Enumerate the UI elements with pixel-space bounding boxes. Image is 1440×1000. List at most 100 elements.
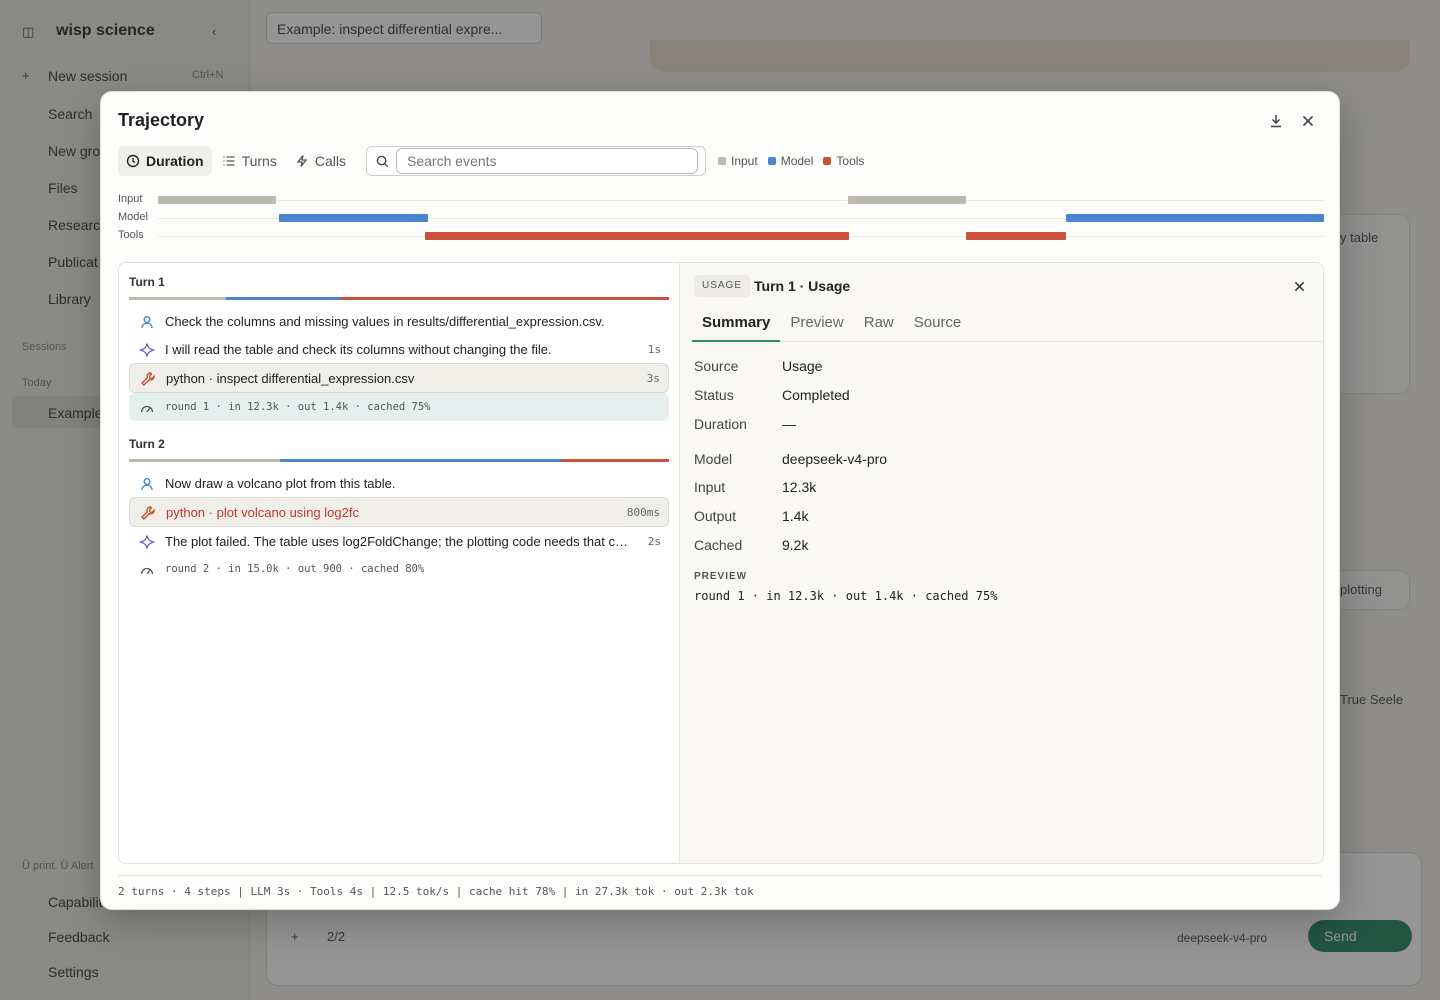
event-text: Check the columns and missing values in … xyxy=(165,314,605,329)
field-value: 1.4k xyxy=(782,508,809,524)
field-value: Completed xyxy=(782,387,850,403)
timeline-segment-tools[interactable] xyxy=(425,232,850,240)
trajectory-modal: Trajectory Duration Turns Calls Input Mo… xyxy=(100,91,1340,910)
event-list: Turn 1 Check the columns and missing val… xyxy=(119,263,680,863)
event-model-message[interactable]: The plot failed. The table uses log2Fold… xyxy=(129,527,669,555)
user-icon xyxy=(141,478,153,491)
legend-swatch xyxy=(823,157,832,165)
legend-swatch xyxy=(767,157,776,165)
event-usage-round[interactable]: round 1 · in 12.3k · out 1.4k · cached 7… xyxy=(129,393,669,421)
field-key: Model xyxy=(694,451,733,467)
tab-label: Calls xyxy=(314,153,346,169)
event-type-badge: USAGE xyxy=(694,275,751,297)
detail-tab-preview[interactable]: Preview xyxy=(780,307,853,342)
wrench-icon xyxy=(141,506,155,520)
event-text: Now draw a volcano plot from this table. xyxy=(165,476,396,491)
legend: Input Model Tools xyxy=(718,154,874,168)
legend-label: Tools xyxy=(836,154,865,168)
event-model-message[interactable]: I will read the table and check its colu… xyxy=(129,335,669,363)
event-duration: 3s xyxy=(646,372,660,385)
event-user-message[interactable]: Check the columns and missing values in … xyxy=(129,307,669,335)
detail-pane: USAGE Turn 1 · Usage Summary Preview Raw… xyxy=(680,263,1323,863)
legend-label: Input xyxy=(731,154,758,168)
gauge-icon xyxy=(140,405,154,413)
event-user-message[interactable]: Now draw a volcano plot from this table. xyxy=(129,469,669,497)
detail-title: Turn 1 · Usage xyxy=(754,278,851,294)
view-tabs: Duration Turns Calls xyxy=(118,146,356,176)
turn-bar xyxy=(129,459,669,462)
legend-item-input: Input xyxy=(718,154,758,168)
event-text: round 2 · in 15.0k · out 900 · cached 80… xyxy=(165,563,425,575)
turn-bar-segment xyxy=(129,459,281,462)
timeline-segment-input[interactable] xyxy=(158,196,276,204)
event-usage-round[interactable]: round 2 · in 15.0k · out 900 · cached 80… xyxy=(129,555,669,583)
gauge-icon xyxy=(140,567,154,575)
detail-tab-summary[interactable]: Summary xyxy=(692,307,781,342)
field-key: Status xyxy=(694,387,734,403)
timeline-segment-input[interactable] xyxy=(848,196,967,204)
event-duration: 800ms xyxy=(626,506,660,519)
field-key: Input xyxy=(694,479,726,495)
timeline-row-model: Model xyxy=(118,210,1324,228)
field-value: 9.2k xyxy=(782,537,809,553)
turn-bar xyxy=(129,297,669,300)
turn-bar-segment xyxy=(339,297,669,300)
trajectory-panel: Turn 1 Check the columns and missing val… xyxy=(118,262,1324,864)
field-key: Cached xyxy=(694,537,743,553)
event-duration: 1s xyxy=(647,343,661,356)
close-icon xyxy=(1294,281,1304,291)
detail-tabs: Summary Preview Raw Source xyxy=(692,307,1323,342)
timeline-row-tools: Tools xyxy=(118,228,1324,246)
timeline-track xyxy=(158,232,1324,240)
bolt-icon xyxy=(296,155,308,167)
search-box xyxy=(366,146,706,176)
field-value: Usage xyxy=(782,358,823,374)
field-value: — xyxy=(782,416,796,432)
sparkle-icon xyxy=(139,343,155,357)
preview-text: round 1 · in 12.3k · out 1.4k · cached 7… xyxy=(694,589,998,603)
field-value: deepseek-v4-pro xyxy=(782,451,888,467)
event-tool-call[interactable]: python · inspect differential_expression… xyxy=(129,363,669,393)
tab-duration[interactable]: Duration xyxy=(118,146,212,176)
stats-footer: 2 turns · 4 steps | LLM 3s · Tools 4s | … xyxy=(118,885,754,898)
clock-icon xyxy=(126,154,140,168)
timeline-segment-model[interactable] xyxy=(1066,214,1324,222)
timeline-track xyxy=(158,196,1324,204)
close-modal-button[interactable] xyxy=(1297,110,1319,132)
close-detail-button[interactable] xyxy=(1289,276,1309,296)
field-value: 12.3k xyxy=(782,479,817,495)
user-icon xyxy=(141,316,153,329)
turn-bar-segment xyxy=(560,459,669,462)
timeline-row-label: Model xyxy=(118,211,148,223)
legend-swatch xyxy=(718,157,726,165)
sparkle-icon xyxy=(139,535,155,549)
download-button[interactable] xyxy=(1265,110,1287,132)
field-key: Source xyxy=(694,358,739,374)
timeline-row-input: Input xyxy=(118,192,1324,210)
timeline-segment-model[interactable] xyxy=(279,214,429,222)
wrench-icon xyxy=(141,372,155,386)
tab-turns[interactable]: Turns xyxy=(214,146,285,176)
event-text: python · inspect differential_expression… xyxy=(166,371,415,386)
timeline-segment-tools[interactable] xyxy=(966,232,1067,240)
modal-title: Trajectory xyxy=(118,110,205,130)
preview-label: PREVIEW xyxy=(694,571,748,582)
list-icon xyxy=(223,156,235,166)
turn-bar-segment xyxy=(280,459,561,462)
turn-bar-segment xyxy=(129,297,227,300)
timeline-row-label: Input xyxy=(118,193,143,205)
footer-divider xyxy=(118,875,1322,876)
detail-tab-raw[interactable]: Raw xyxy=(854,307,904,342)
event-text: round 1 · in 12.3k · out 1.4k · cached 7… xyxy=(165,401,431,413)
search-input[interactable] xyxy=(396,148,698,174)
duration-timeline: Input Model Tools xyxy=(118,192,1324,241)
legend-item-model: Model xyxy=(767,154,814,168)
download-icon xyxy=(1271,115,1281,128)
turn-title: Turn 2 xyxy=(129,437,165,451)
event-tool-call-error[interactable]: python · plot volcano using log2fc 800ms xyxy=(129,497,669,527)
legend-label: Model xyxy=(780,154,814,168)
legend-item-tools: Tools xyxy=(823,154,864,168)
tab-calls[interactable]: Calls xyxy=(287,146,354,176)
tab-label: Duration xyxy=(146,153,204,169)
detail-tab-source[interactable]: Source xyxy=(904,307,972,342)
